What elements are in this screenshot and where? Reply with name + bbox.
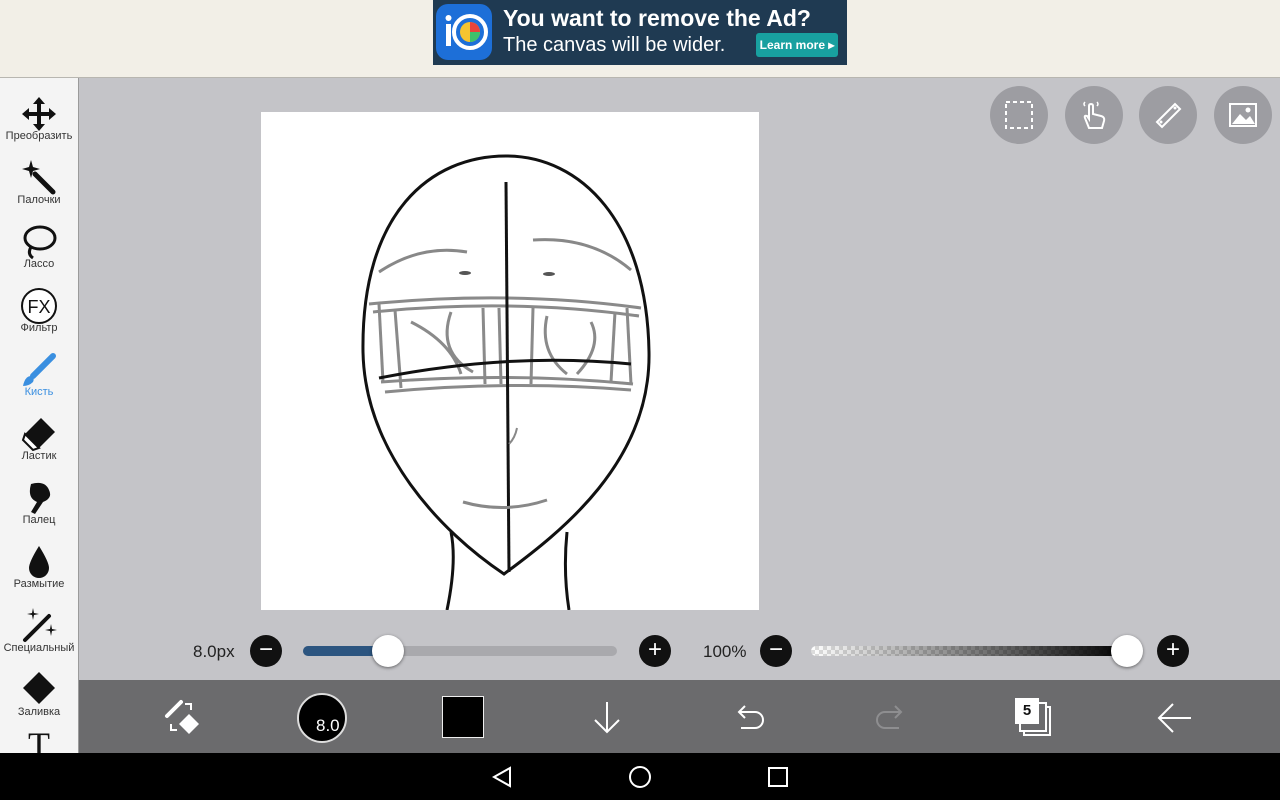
layers-button[interactable]: 5	[1013, 680, 1053, 753]
opacity-decrease-button[interactable]: −	[760, 635, 792, 667]
finger-icon	[29, 482, 51, 514]
magic-wand-icon	[22, 160, 56, 195]
fill-bucket-icon	[23, 672, 55, 704]
brush-icon	[23, 353, 56, 386]
tool-label: Преобразить	[5, 130, 73, 142]
tool-transform[interactable]: Преобразить	[0, 86, 78, 150]
brush-size-slider[interactable]	[303, 646, 617, 656]
undo-button[interactable]	[729, 680, 769, 753]
tool-lasso[interactable]: Лассо	[0, 214, 78, 278]
tool-label: Фильтр	[20, 322, 58, 334]
tool-fill[interactable]: Заливка	[0, 662, 78, 726]
ruler-icon	[1155, 102, 1182, 129]
selection-button[interactable]	[990, 86, 1048, 144]
tool-label: Специальный	[3, 642, 75, 654]
primary-color-swatch	[442, 696, 484, 738]
primary-color-button[interactable]	[441, 680, 487, 753]
tool-label: Лассо	[23, 258, 55, 270]
brush-size-increase-button[interactable]: +	[639, 635, 671, 667]
text-icon: T	[28, 725, 50, 753]
tool-label: Палочки	[17, 194, 61, 206]
brush-size-thumb[interactable]	[371, 635, 404, 667]
tool-filter[interactable]: FX Фильтр	[0, 278, 78, 342]
undo-icon	[737, 705, 764, 729]
tool-brush[interactable]: Кисть	[0, 342, 78, 406]
tool-text[interactable]: T	[0, 722, 78, 753]
sketch-drawing	[361, 154, 651, 611]
redo-icon	[876, 705, 903, 729]
tool-blur[interactable]: Размытие	[0, 534, 78, 598]
minus-icon: −	[258, 636, 273, 663]
arrow-left-icon	[1157, 703, 1191, 733]
arrow-down-icon	[594, 702, 620, 734]
special-wand-icon	[23, 608, 57, 642]
move-icon	[22, 97, 56, 131]
brush-size-indicator-value: 8.0	[316, 716, 340, 735]
brush-size-value: 8.0px	[193, 642, 235, 661]
opacity-slider[interactable]	[811, 646, 1127, 656]
brush-size-indicator[interactable]: 8.0	[297, 680, 347, 753]
tool-label: Кисть	[24, 386, 54, 398]
ad-subtitle: The canvas will be wider.	[503, 34, 726, 56]
tool-sidebar: Преобразить Палочки Лассо FX Фильтр Кист…	[0, 78, 79, 753]
bottom-toolbar: 8.0 5	[79, 680, 1280, 753]
opacity-value: 100%	[703, 642, 747, 661]
tool-finger[interactable]: Палец	[0, 470, 78, 534]
redo-button[interactable]	[871, 680, 911, 753]
opacity-increase-button[interactable]: +	[1157, 635, 1189, 667]
swap-brush-eraser-button[interactable]	[159, 680, 203, 753]
system-navigation-bar	[0, 753, 1280, 800]
layers-count: 5	[1015, 698, 1039, 724]
nav-home-icon[interactable]	[628, 765, 652, 789]
tool-label: Заливка	[17, 706, 61, 718]
svg-text:FX: FX	[27, 297, 50, 317]
ad-title: You want to remove the Ad?	[503, 5, 811, 31]
tool-special[interactable]: Специальный	[0, 598, 78, 662]
ad-bar: You want to remove the Ad? The canvas wi…	[0, 0, 1280, 78]
fx-icon: FX	[21, 288, 57, 324]
image-import-button[interactable]	[1214, 86, 1272, 144]
tool-label: Размытие	[13, 578, 65, 590]
opacity-thumb[interactable]	[1111, 635, 1143, 667]
ruler-button[interactable]	[1139, 86, 1197, 144]
canvas-workspace[interactable]	[79, 78, 1280, 680]
minus-icon: −	[768, 636, 783, 663]
app-logo-icon	[436, 4, 492, 60]
lasso-icon	[23, 225, 57, 260]
eraser-icon	[21, 418, 55, 452]
download-button[interactable]	[587, 680, 627, 753]
tool-label: Ластик	[21, 450, 57, 462]
plus-icon: +	[1165, 636, 1180, 663]
hand-tool-button[interactable]	[1065, 86, 1123, 144]
brush-eraser-swap-icon	[165, 700, 199, 734]
learn-more-button[interactable]: Learn more ▸	[756, 33, 838, 57]
hand-icon	[1083, 101, 1106, 129]
image-icon	[1229, 103, 1257, 127]
tool-eraser[interactable]: Ластик	[0, 406, 78, 470]
drawing-canvas[interactable]	[261, 112, 759, 611]
brush-size-decrease-button[interactable]: −	[250, 635, 282, 667]
plus-icon: +	[647, 636, 662, 663]
ad-banner[interactable]: You want to remove the Ad? The canvas wi…	[433, 0, 847, 65]
nav-recents-icon[interactable]	[766, 765, 790, 789]
nav-back-icon[interactable]	[490, 765, 514, 789]
selection-rect-icon	[1005, 101, 1033, 129]
blur-drop-icon	[29, 546, 49, 578]
tool-label: Палец	[22, 514, 56, 526]
tool-magic-wand[interactable]: Палочки	[0, 150, 78, 214]
back-button[interactable]	[1155, 680, 1195, 753]
